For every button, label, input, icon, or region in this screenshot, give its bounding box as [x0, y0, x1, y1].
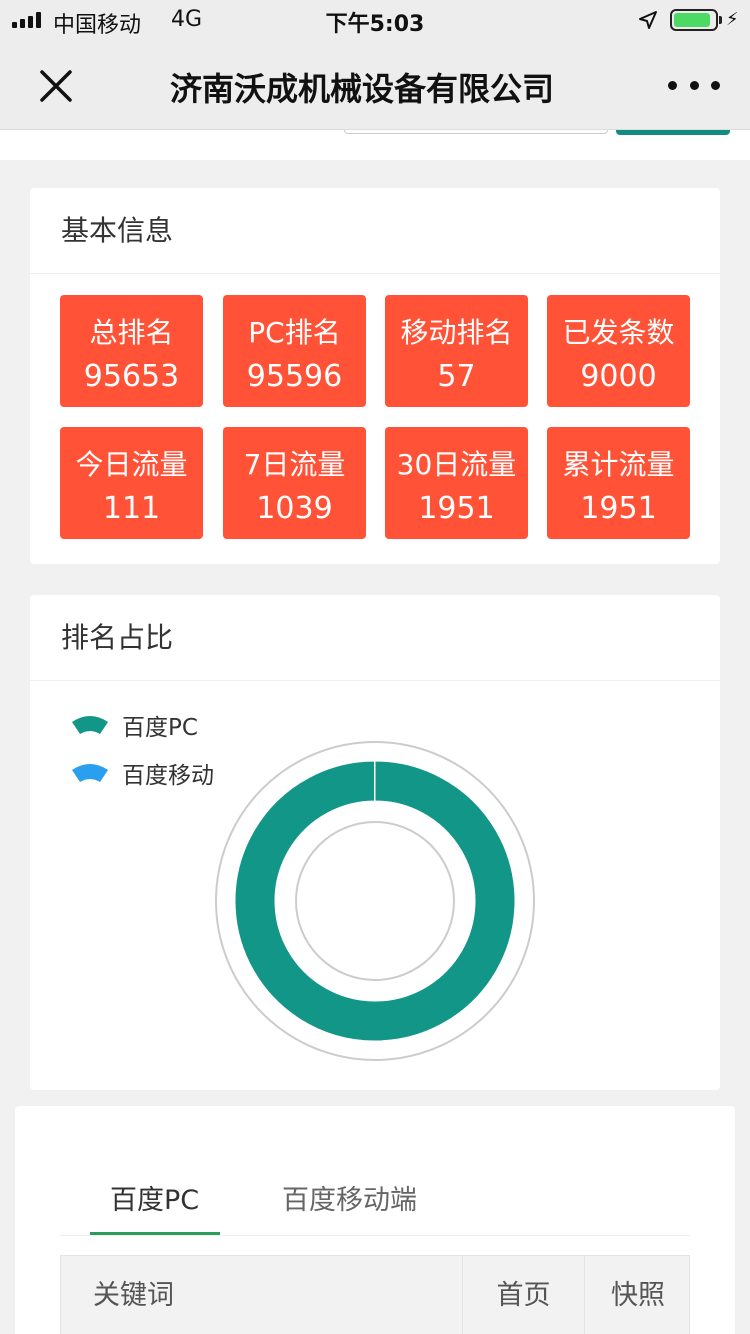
active-tab-indicator [90, 1232, 220, 1235]
tab-baidu-pc[interactable]: 百度PC [110, 1178, 199, 1217]
battery-cap [719, 16, 722, 24]
rank-share-donut-chart [215, 741, 535, 1061]
battery-icon [670, 9, 718, 31]
stat-value: 1951 [580, 491, 657, 526]
card-title: 基本信息 [30, 188, 720, 274]
page-title: 济南沃成机械设备有限公司 [170, 70, 555, 108]
rank-share-card: 排名占比 百度PC 百度移动 [30, 595, 720, 1090]
legend-swatch-icon [72, 716, 108, 734]
legend-item-baidu-pc[interactable]: 百度PC [70, 710, 198, 741]
basic-info-card: 基本信息 总排名 95653 PC排名 95596 移动排名 57 已发条数 9… [30, 188, 720, 564]
keyword-table: 关键词 首页 快照 [60, 1255, 690, 1334]
charging-bolt-icon: ⚡ [726, 9, 739, 30]
stat-label: 已发条数 [562, 316, 675, 349]
stat-label: 累计流量 [562, 448, 675, 481]
stat-value: 9000 [580, 359, 657, 394]
stat-value: 1951 [418, 491, 495, 526]
close-icon[interactable] [32, 62, 80, 110]
nav-bar: 济南沃成机械设备有限公司 [0, 40, 750, 130]
column-header-snapshot: 快照 [611, 1280, 665, 1311]
stat-label: 30日流量 [396, 448, 517, 481]
status-bar: 中国移动 4G 下午5:03 ⚡ [0, 0, 750, 40]
stat-label: 今日流量 [75, 448, 188, 481]
stat-30day-traffic[interactable]: 30日流量 1951 [385, 427, 528, 539]
legend-label: 百度PC [122, 715, 198, 741]
stat-value: 1039 [256, 491, 333, 526]
search-input[interactable] [344, 130, 608, 134]
stat-value: 111 [102, 491, 161, 526]
more-icon[interactable] [668, 70, 720, 100]
stat-label: PC排名 [248, 316, 341, 349]
stat-pc-rank[interactable]: PC排名 95596 [223, 295, 366, 407]
donut-slice-0[interactable] [234, 760, 516, 1042]
stat-label: 移动排名 [400, 316, 513, 349]
legend-swatch-icon [72, 764, 108, 782]
search-button[interactable] [616, 130, 730, 135]
stat-label: 7日流量 [243, 448, 346, 481]
column-header-homepage: 首页 [463, 1256, 585, 1334]
rank-table-card: 百度PC 百度移动端 关键词 首页 快照 [15, 1106, 735, 1334]
stat-total-rank[interactable]: 总排名 95653 [60, 295, 203, 407]
stat-7day-traffic[interactable]: 7日流量 1039 [223, 427, 366, 539]
stat-label: 总排名 [89, 316, 174, 349]
stat-today-traffic[interactable]: 今日流量 111 [60, 427, 203, 539]
location-arrow-icon [639, 11, 657, 29]
legend-item-baidu-mobile[interactable]: 百度移动 [70, 758, 214, 789]
column-header-keyword: 关键词 [61, 1256, 463, 1334]
donut-slice-1[interactable] [373, 760, 376, 802]
stat-total-traffic[interactable]: 累计流量 1951 [547, 427, 690, 539]
stat-value: 95596 [246, 359, 343, 394]
stat-posts-count[interactable]: 已发条数 9000 [547, 295, 690, 407]
stat-value: 57 [437, 359, 476, 394]
tab-baidu-mobile[interactable]: 百度移动端 [282, 1178, 417, 1217]
stat-value: 95653 [83, 359, 180, 394]
search-row [0, 130, 750, 160]
donut-inner-ring [295, 821, 455, 981]
legend-label: 百度移动 [122, 763, 214, 789]
card-title: 排名占比 [30, 595, 720, 681]
stat-mobile-rank[interactable]: 移动排名 57 [385, 295, 528, 407]
tab-bar: 百度PC 百度移动端 [60, 1166, 690, 1236]
